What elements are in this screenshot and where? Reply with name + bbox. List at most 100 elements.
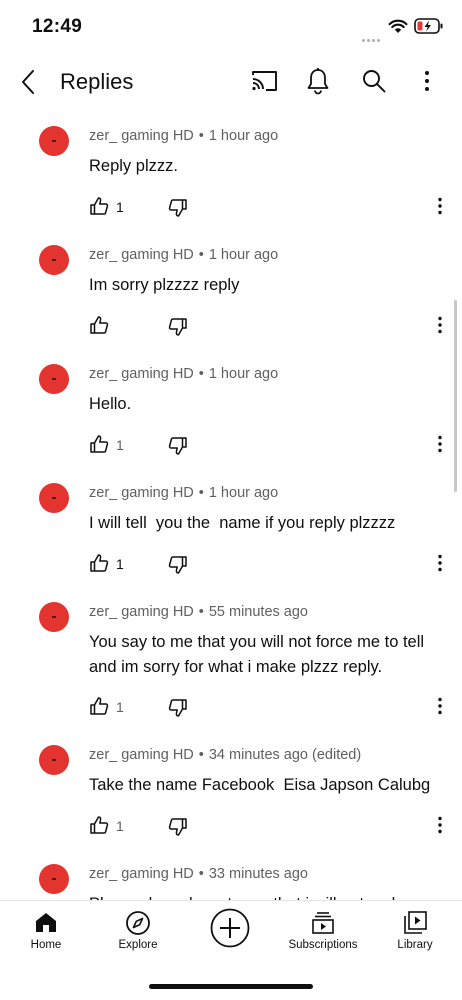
avatar[interactable] xyxy=(39,745,69,775)
avatar[interactable] xyxy=(39,864,69,894)
like-count: 1 xyxy=(116,556,124,572)
reply-text: Reply plzzz. xyxy=(89,157,178,175)
author-name[interactable]: zer_ gaming HD xyxy=(89,485,194,501)
meta-separator: • xyxy=(198,485,204,501)
app-bar: Replies xyxy=(0,56,462,108)
reply-time: 1 hour ago xyxy=(208,485,279,501)
reply-time: 55 minutes ago xyxy=(208,604,308,620)
reply-meta: zer_ gaming HD • 33 minutes ago xyxy=(89,866,308,882)
battery-charging-icon xyxy=(414,18,444,39)
reply-actions: 1 xyxy=(0,694,462,722)
thumbs-down-icon[interactable] xyxy=(168,555,188,580)
meta-separator: • xyxy=(198,604,204,620)
reply-text: Hello. xyxy=(89,395,132,413)
author-name[interactable]: zer_ gaming HD xyxy=(89,128,194,144)
thumbs-up-icon[interactable] xyxy=(89,196,109,221)
meta-separator: • xyxy=(198,128,204,144)
author-name[interactable]: zer_ gaming HD xyxy=(89,604,194,620)
thumbs-up-icon[interactable] xyxy=(89,434,109,459)
nav-home-label: Home xyxy=(30,939,62,951)
more-vertical-icon[interactable] xyxy=(430,196,450,221)
avatar[interactable] xyxy=(39,364,69,394)
like-count: 1 xyxy=(116,699,124,715)
search-icon[interactable] xyxy=(361,68,387,99)
bell-icon[interactable] xyxy=(306,67,330,100)
avatar[interactable] xyxy=(39,245,69,275)
nav-subscriptions-label: Subscriptions xyxy=(288,939,358,951)
status-bar: 12:49 xyxy=(0,0,462,56)
cast-icon[interactable] xyxy=(251,69,278,98)
status-time: 12:49 xyxy=(32,16,83,37)
reply-text: Plzz reply and say to me that i will not… xyxy=(89,892,449,900)
meta-separator: • xyxy=(198,866,204,882)
library-icon xyxy=(402,910,428,941)
more-vertical-icon[interactable] xyxy=(415,68,439,99)
thumbs-down-icon[interactable] xyxy=(168,698,188,723)
subscriptions-icon xyxy=(310,910,336,941)
reply-meta: zer_ gaming HD • 34 minutes ago (edited) xyxy=(89,747,361,763)
reply-time: 34 minutes ago (edited) xyxy=(208,747,362,763)
reply-text: You say to me that you will not force me… xyxy=(89,633,425,676)
wifi-icon xyxy=(388,18,408,39)
plus-circle-icon[interactable] xyxy=(210,908,250,948)
signal-dots-icon xyxy=(362,29,382,47)
reply-text: Im sorry plzzzz reply xyxy=(89,276,240,294)
author-name[interactable]: zer_ gaming HD xyxy=(89,747,194,763)
nav-library-label: Library xyxy=(397,939,433,951)
reply-time: 1 hour ago xyxy=(208,247,279,263)
more-vertical-icon[interactable] xyxy=(430,315,450,340)
reply-actions: 1 xyxy=(0,813,462,841)
reply-meta: zer_ gaming HD • 1 hour ago xyxy=(89,366,278,382)
reply-time: 1 hour ago xyxy=(208,128,279,144)
home-icon xyxy=(34,910,58,939)
reply-meta: zer_ gaming HD • 1 hour ago xyxy=(89,128,278,144)
reply-time: 1 hour ago xyxy=(208,366,279,382)
thumbs-up-icon[interactable] xyxy=(89,696,109,721)
reply-actions: 1 xyxy=(0,194,462,222)
thumbs-down-icon[interactable] xyxy=(168,198,188,223)
reply-meta: zer_ gaming HD • 1 hour ago xyxy=(89,485,278,501)
nav-home[interactable]: Home xyxy=(16,901,76,967)
scrollbar[interactable] xyxy=(454,300,457,492)
nav-explore[interactable]: Explore xyxy=(106,901,170,967)
page-title: Replies xyxy=(60,69,134,94)
nav-subscriptions[interactable]: Subscriptions xyxy=(282,901,364,967)
bottom-nav: Home Explore Subscriptions Library xyxy=(0,900,462,967)
thumbs-down-icon[interactable] xyxy=(168,317,188,342)
thumbs-up-icon[interactable] xyxy=(89,815,109,840)
reply-actions: 1 xyxy=(0,551,462,579)
thumbs-up-icon[interactable] xyxy=(89,553,109,578)
more-vertical-icon[interactable] xyxy=(430,696,450,721)
avatar[interactable] xyxy=(39,602,69,632)
reply-actions: 1 xyxy=(0,432,462,460)
meta-separator: • xyxy=(198,366,204,382)
home-indicator[interactable] xyxy=(149,984,313,989)
reply-text: Take the name Facebook Eisa Japson Calub… xyxy=(89,776,431,794)
author-name[interactable]: zer_ gaming HD xyxy=(89,866,194,882)
thumbs-up-icon[interactable] xyxy=(89,315,109,340)
thumbs-down-icon[interactable] xyxy=(168,817,188,842)
reply-meta: zer_ gaming HD • 1 hour ago xyxy=(89,247,278,263)
thumbs-down-icon[interactable] xyxy=(168,436,188,461)
meta-separator: • xyxy=(198,747,204,763)
replies-list: zer_ gaming HD • 1 hour ago Reply plzzz. 1… xyxy=(0,120,462,900)
more-vertical-icon[interactable] xyxy=(430,434,450,459)
compass-icon xyxy=(125,910,151,941)
nav-library[interactable]: Library xyxy=(388,901,442,967)
like-count: 1 xyxy=(116,437,124,453)
author-name[interactable]: zer_ gaming HD xyxy=(89,366,194,382)
like-count: 1 xyxy=(116,818,124,834)
reply-actions xyxy=(0,313,462,341)
author-name[interactable]: zer_ gaming HD xyxy=(89,247,194,263)
reply-time: 33 minutes ago xyxy=(208,866,308,882)
reply-meta: zer_ gaming HD • 55 minutes ago xyxy=(89,604,308,620)
avatar[interactable] xyxy=(39,126,69,156)
avatar[interactable] xyxy=(39,483,69,513)
more-vertical-icon[interactable] xyxy=(430,815,450,840)
more-vertical-icon[interactable] xyxy=(430,553,450,578)
reply-text: I will tell you the name if you reply pl… xyxy=(89,514,396,532)
meta-separator: • xyxy=(198,247,204,263)
back-arrow-icon[interactable] xyxy=(16,68,44,96)
like-count: 1 xyxy=(116,199,124,215)
nav-explore-label: Explore xyxy=(118,939,158,951)
